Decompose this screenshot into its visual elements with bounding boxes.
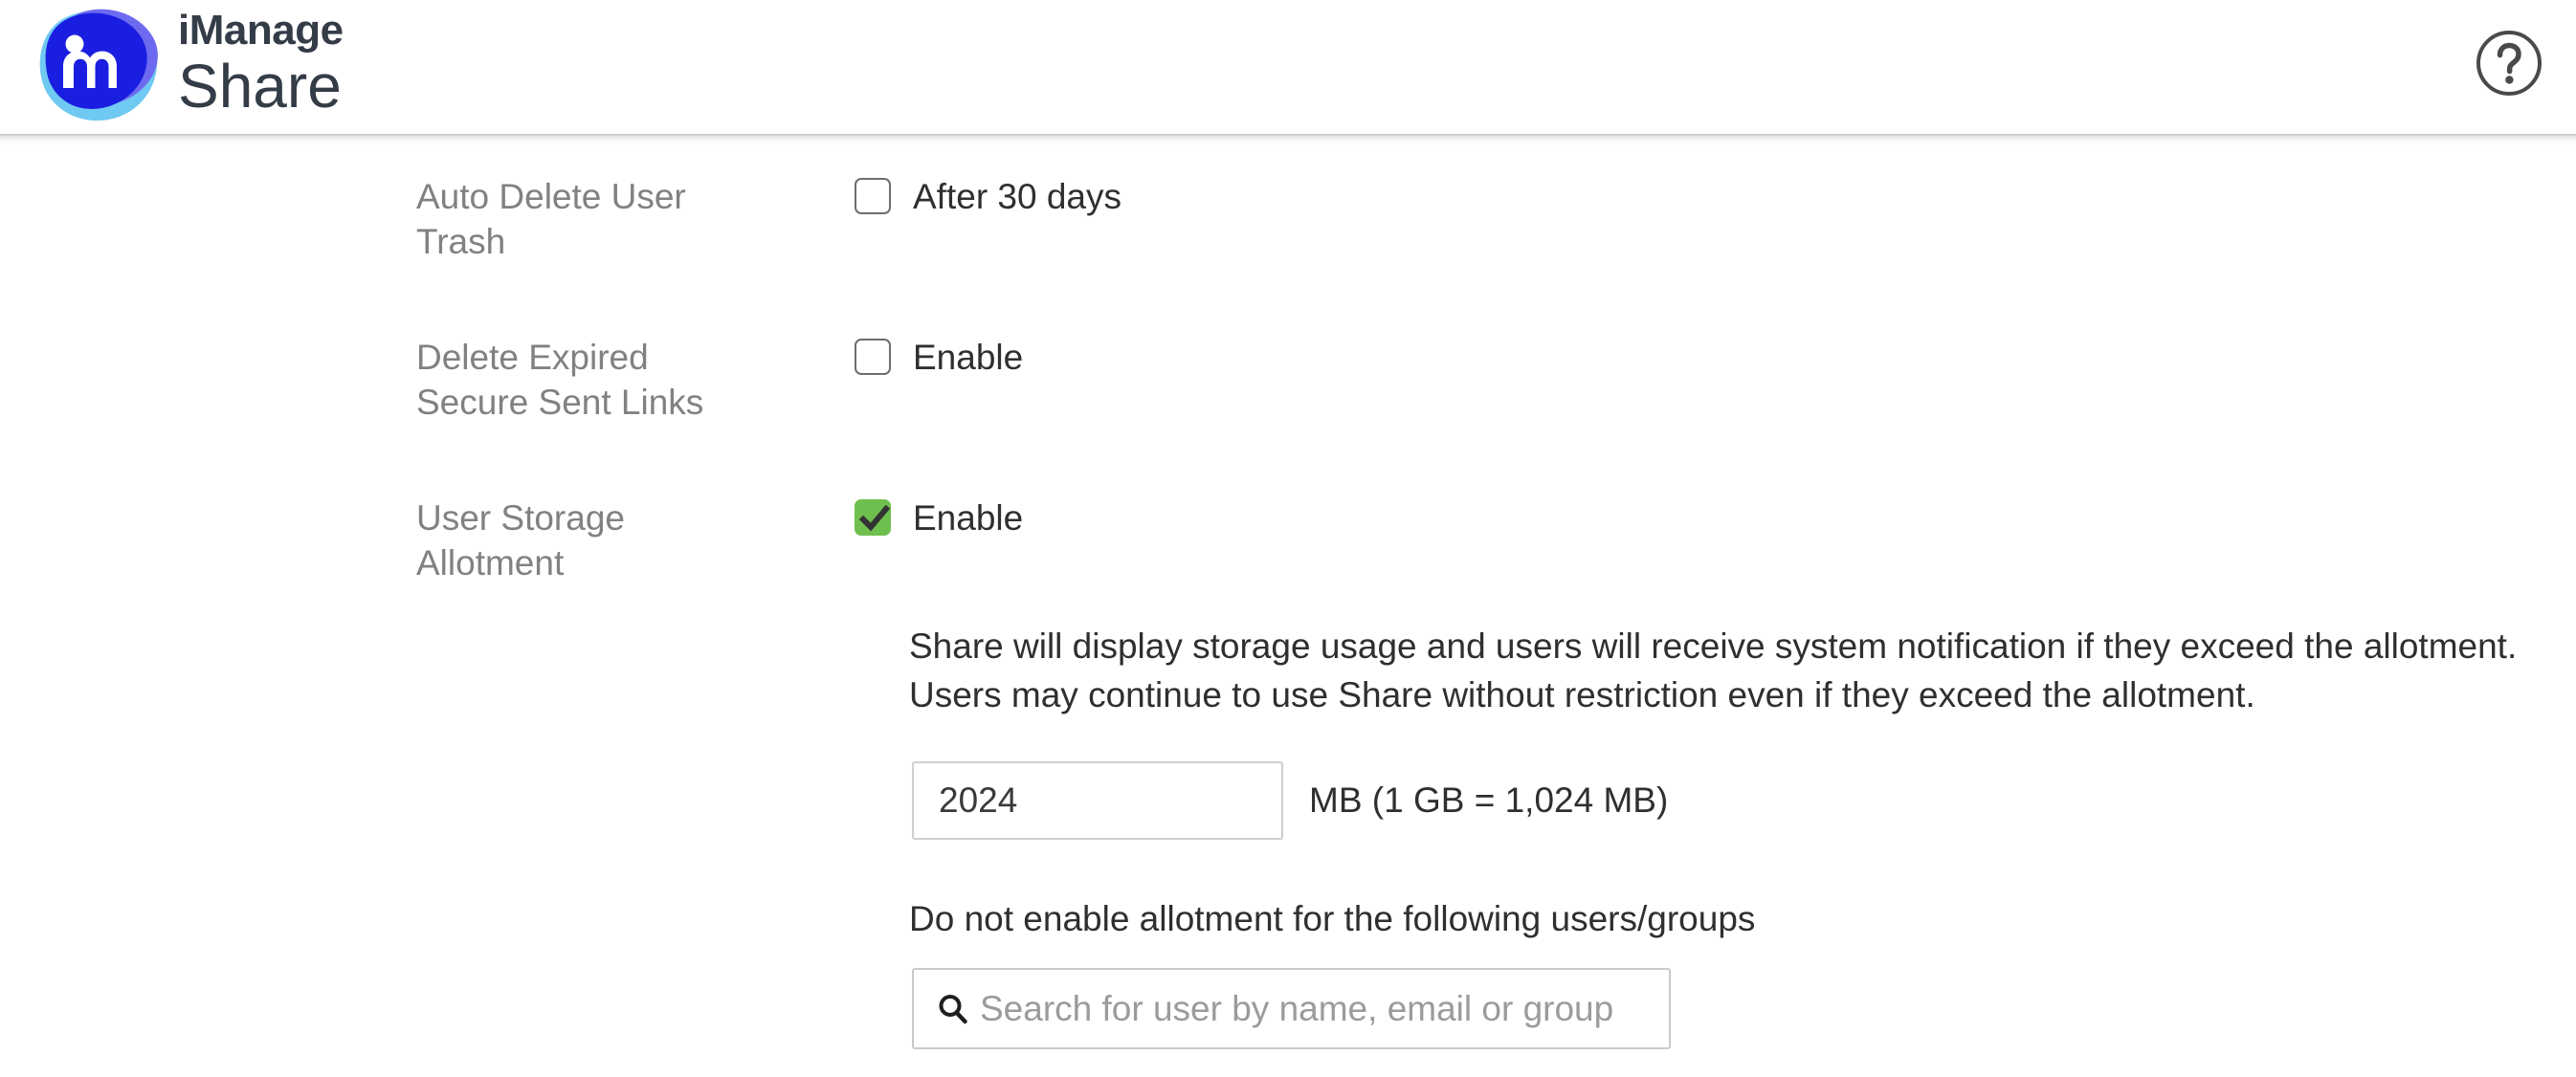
settings-content: Auto Delete User Trash After 30 days Del… bbox=[0, 147, 2576, 1077]
checkbox-label-after-30-days: After 30 days bbox=[913, 176, 1122, 216]
checkbox-after-30-days[interactable] bbox=[855, 178, 891, 214]
help-button[interactable] bbox=[2475, 29, 2543, 98]
allotment-value-row: MB (1 GB = 1,024 MB) bbox=[912, 761, 1668, 840]
search-icon bbox=[937, 993, 969, 1025]
user-group-search-input[interactable] bbox=[980, 970, 1669, 1047]
user-group-search-box[interactable] bbox=[912, 968, 1671, 1049]
brand-text: iManage Share bbox=[178, 10, 344, 121]
checkbox-row-delete-expired-enable: Enable bbox=[855, 339, 1023, 375]
brand-name-share: Share bbox=[178, 52, 342, 121]
checkbox-row-user-storage-allotment-enable: Enable bbox=[855, 499, 1023, 536]
checkmark-icon bbox=[859, 505, 890, 532]
checkbox-label-user-storage-allotment-enable: Enable bbox=[913, 497, 1024, 538]
imanage-m-logo-icon bbox=[34, 6, 165, 124]
app-header: iManage Share bbox=[0, 0, 2576, 134]
setting-label-delete-expired-secure-sent-links: Delete Expired Secure Sent Links bbox=[416, 338, 704, 423]
allotment-exclusion-label: Do not enable allotment for the followin… bbox=[909, 899, 1756, 938]
setting-label-user-storage-allotment: User Storage Allotment bbox=[416, 498, 625, 583]
brand: iManage Share bbox=[34, 4, 344, 126]
checkbox-row-after-30-days: After 30 days bbox=[855, 178, 1121, 214]
checkbox-label-delete-expired-enable: Enable bbox=[913, 337, 1024, 377]
question-circle-icon bbox=[2476, 31, 2542, 96]
header-divider-shadow bbox=[0, 134, 2576, 147]
setting-label-auto-delete-user-trash: Auto Delete User Trash bbox=[416, 177, 686, 262]
allotment-description: Share will display storage usage and use… bbox=[909, 626, 2518, 715]
checkbox-delete-expired-enable[interactable] bbox=[855, 339, 891, 375]
allotment-value-input[interactable] bbox=[912, 761, 1283, 840]
allotment-unit-label: MB (1 GB = 1,024 MB) bbox=[1309, 780, 1669, 820]
brand-name-imanage: iManage bbox=[178, 7, 344, 54]
checkbox-user-storage-allotment-enable[interactable] bbox=[855, 499, 891, 536]
